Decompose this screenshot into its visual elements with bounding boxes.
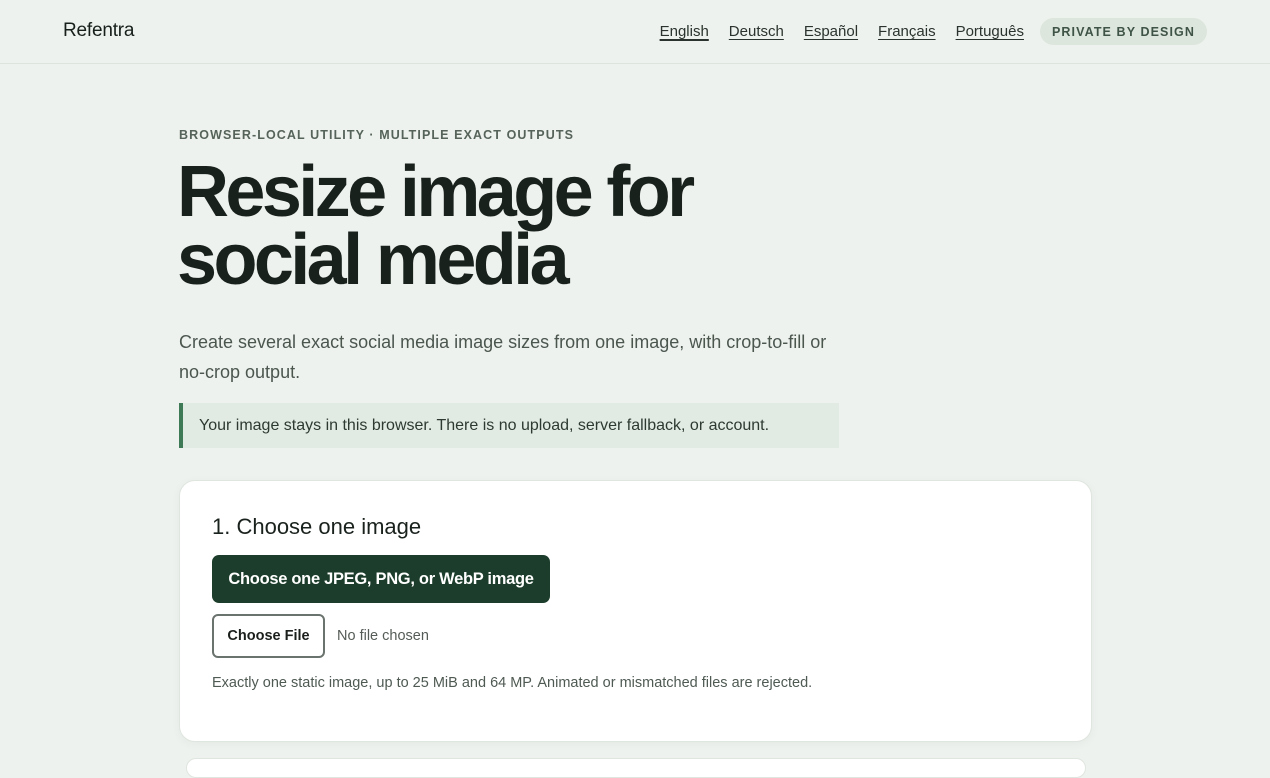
lang-link-espanol[interactable]: Español bbox=[804, 23, 858, 40]
top-bar: Refentra English Deutsch Español Françai… bbox=[0, 0, 1270, 64]
page-title-line-2: social media bbox=[177, 220, 570, 300]
page-title: Resize image for social media bbox=[177, 156, 797, 296]
file-status: No file chosen bbox=[337, 628, 429, 644]
choose-file-button[interactable]: Choose File bbox=[212, 614, 325, 658]
eyebrow-label: BROWSER-LOCAL UTILITY · MULTIPLE EXACT O… bbox=[179, 128, 575, 142]
file-requirements-hint: Exactly one static image, up to 25 MiB a… bbox=[212, 675, 813, 691]
choose-image-button[interactable]: Choose one JPEG, PNG, or WebP image bbox=[212, 555, 550, 603]
privacy-badge: PRIVATE BY DESIGN bbox=[1039, 18, 1207, 45]
next-step-card bbox=[186, 758, 1086, 778]
file-input[interactable]: Choose File No file chosen bbox=[212, 614, 429, 658]
choose-image-card: 1. Choose one image Choose one JPEG, PNG… bbox=[179, 480, 1092, 742]
privacy-notice: Your image stays in this browser. There … bbox=[179, 403, 839, 448]
lang-link-francais[interactable]: Français bbox=[878, 23, 936, 40]
lang-link-portugues[interactable]: Português bbox=[956, 23, 1024, 40]
lang-link-deutsch[interactable]: Deutsch bbox=[729, 23, 784, 40]
language-nav: English Deutsch Español Français Portugu… bbox=[660, 18, 1207, 45]
lang-link-english[interactable]: English bbox=[660, 23, 709, 40]
brand-logo[interactable]: Refentra bbox=[63, 20, 134, 42]
step-title: 1. Choose one image bbox=[212, 514, 422, 539]
intro-text: Create several exact social media image … bbox=[179, 332, 827, 382]
